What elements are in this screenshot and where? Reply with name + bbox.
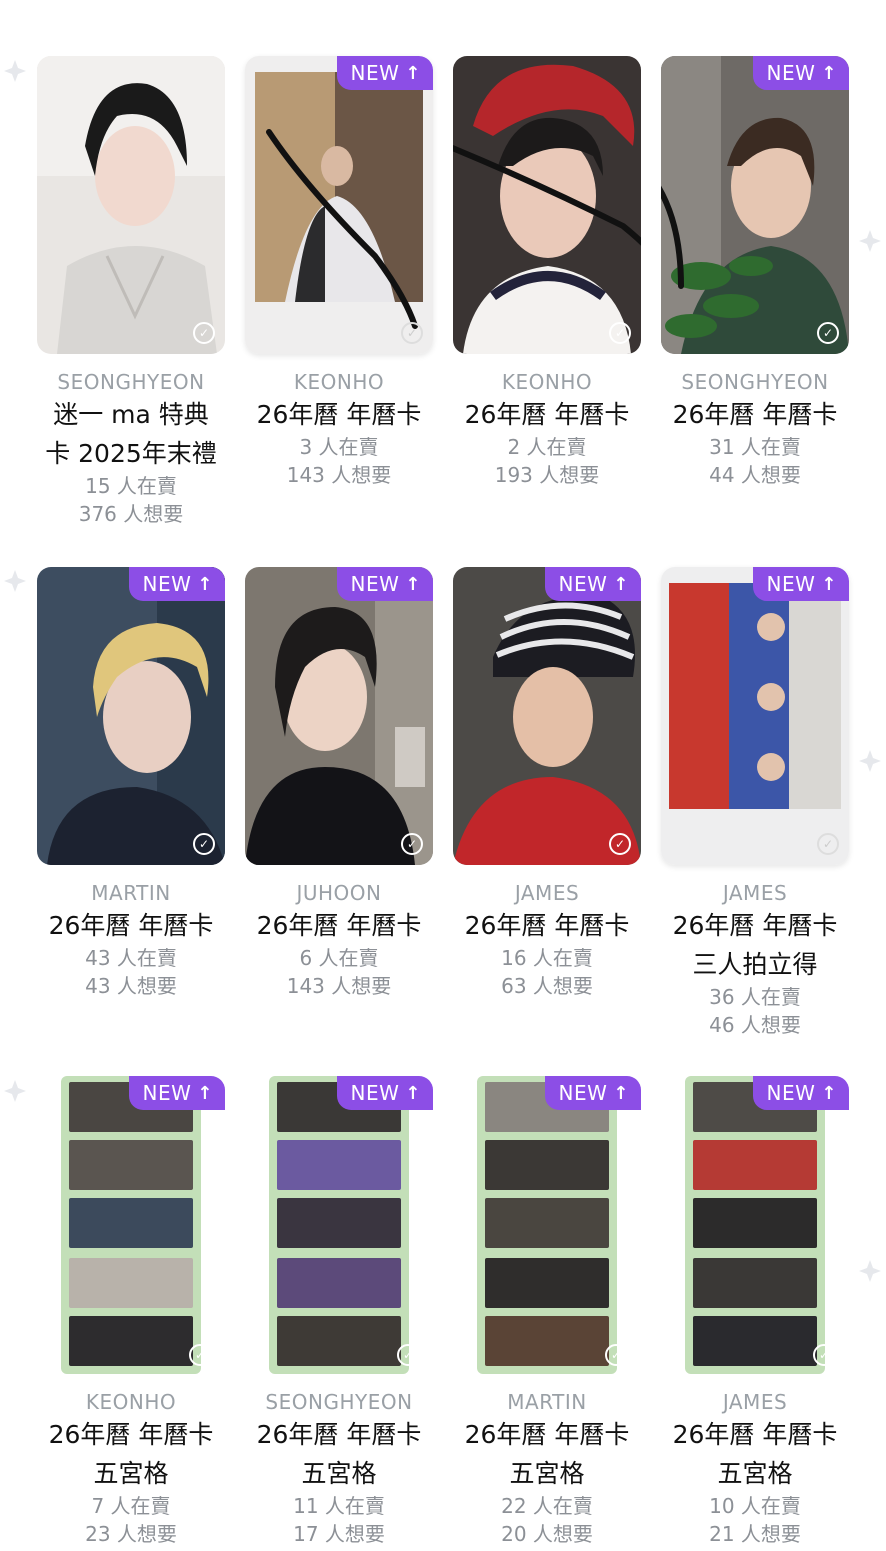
select-check-icon[interactable]: ✓ bbox=[397, 1344, 419, 1366]
artist-name: SEONGHYEON bbox=[57, 370, 205, 394]
card-photo[interactable]: NEW ↑ ✓ bbox=[245, 567, 433, 865]
select-check-icon[interactable]: ✓ bbox=[605, 1344, 627, 1366]
card-title-line: 26年曆 年曆卡 bbox=[48, 1420, 214, 1449]
wanting-count: 63 人想要 bbox=[501, 974, 593, 998]
selling-count: 11 人在賣 bbox=[293, 1494, 385, 1518]
arrow-up-icon: ↑ bbox=[197, 573, 213, 595]
artist-name: JUHOON bbox=[296, 881, 382, 905]
card-title-line: 26年曆 年曆卡 bbox=[48, 911, 214, 940]
arrow-up-icon: ↑ bbox=[613, 1082, 629, 1104]
selling-count: 15 人在賣 bbox=[85, 474, 177, 498]
card-photo[interactable]: NEW ↑ ✓ bbox=[453, 567, 641, 865]
card-title-line: 26年曆 年曆卡 bbox=[464, 1420, 630, 1449]
selling-count: 10 人在賣 bbox=[709, 1494, 801, 1518]
new-badge: NEW ↑ bbox=[752, 56, 849, 90]
new-badge: NEW ↑ bbox=[544, 1076, 641, 1110]
new-badge: NEW ↑ bbox=[752, 567, 849, 601]
selling-count: 31 人在賣 bbox=[709, 435, 801, 459]
card-photo[interactable] bbox=[477, 1076, 617, 1374]
card-title-line: 26年曆 年曆卡 bbox=[256, 911, 422, 940]
card-title-line: 26年曆 年曆卡 bbox=[256, 1420, 422, 1449]
wanting-count: 44 人想要 bbox=[709, 463, 801, 487]
card-photo[interactable]: ✓ bbox=[453, 56, 641, 354]
artist-name: JAMES bbox=[722, 1390, 788, 1414]
selling-count: 3 人在賣 bbox=[299, 435, 379, 459]
selling-count: 22 人在賣 bbox=[501, 1494, 593, 1518]
arrow-up-icon: ↑ bbox=[197, 1082, 213, 1104]
card-photo[interactable]: NEW ↑ ✓ bbox=[245, 56, 433, 354]
select-check-icon[interactable]: ✓ bbox=[401, 833, 423, 855]
new-badge: NEW ↑ bbox=[128, 1076, 225, 1110]
artist-name: KEONHO bbox=[501, 370, 593, 394]
new-badge: NEW ↑ bbox=[544, 567, 641, 601]
select-check-icon[interactable]: ✓ bbox=[609, 322, 631, 344]
card-title-line: 五宮格 bbox=[93, 1459, 169, 1488]
card-title-line: 26年曆 年曆卡 bbox=[464, 911, 630, 940]
arrow-up-icon: ↑ bbox=[821, 62, 837, 84]
arrow-up-icon: ↑ bbox=[405, 573, 421, 595]
new-badge: NEW ↑ bbox=[336, 567, 433, 601]
wanting-count: 46 人想要 bbox=[709, 1013, 801, 1037]
wanting-count: 193 人想要 bbox=[494, 463, 600, 487]
artist-name: JAMES bbox=[514, 881, 580, 905]
select-check-icon[interactable]: ✓ bbox=[817, 833, 839, 855]
artist-name: KEONHO bbox=[85, 1390, 177, 1414]
new-badge: NEW ↑ bbox=[128, 567, 225, 601]
select-check-icon[interactable]: ✓ bbox=[189, 1344, 211, 1366]
new-badge: NEW ↑ bbox=[752, 1076, 849, 1110]
artist-name: MARTIN bbox=[507, 1390, 587, 1414]
card-title-line: 五宮格 bbox=[717, 1459, 793, 1488]
card-title-line: 26年曆 年曆卡 bbox=[256, 400, 422, 429]
arrow-up-icon: ↑ bbox=[405, 62, 421, 84]
selling-count: 43 人在賣 bbox=[85, 946, 177, 970]
new-badge: NEW ↑ bbox=[336, 56, 433, 90]
artist-name: MARTIN bbox=[91, 881, 171, 905]
wanting-count: 21 人想要 bbox=[709, 1522, 801, 1546]
wanting-count: 23 人想要 bbox=[85, 1522, 177, 1546]
card-photo[interactable] bbox=[685, 1076, 825, 1374]
wanting-count: 143 人想要 bbox=[286, 463, 392, 487]
artist-name: SEONGHYEON bbox=[265, 1390, 413, 1414]
select-check-icon[interactable]: ✓ bbox=[609, 833, 631, 855]
card-title-line: 迷一 ma 特典 bbox=[53, 400, 209, 429]
artist-name: KEONHO bbox=[293, 370, 385, 394]
select-check-icon[interactable]: ✓ bbox=[401, 322, 423, 344]
selling-count: 36 人在賣 bbox=[709, 985, 801, 1009]
wanting-count: 17 人想要 bbox=[293, 1522, 385, 1546]
arrow-up-icon: ↑ bbox=[405, 1082, 421, 1104]
new-badge: NEW ↑ bbox=[336, 1076, 433, 1110]
card-title-line: 26年曆 年曆卡 bbox=[464, 400, 630, 429]
selling-count: 16 人在賣 bbox=[501, 946, 593, 970]
arrow-up-icon: ↑ bbox=[613, 573, 629, 595]
wanting-count: 143 人想要 bbox=[286, 974, 392, 998]
selling-count: 2 人在賣 bbox=[507, 435, 587, 459]
wanting-count: 20 人想要 bbox=[501, 1522, 593, 1546]
card-title-line: 26年曆 年曆卡 bbox=[672, 911, 838, 940]
selling-count: 6 人在賣 bbox=[299, 946, 379, 970]
select-check-icon[interactable]: ✓ bbox=[193, 322, 215, 344]
card-photo[interactable]: NEW ↑ ✓ bbox=[661, 56, 849, 354]
artist-name: SEONGHYEON bbox=[681, 370, 829, 394]
select-check-icon[interactable]: ✓ bbox=[817, 322, 839, 344]
card-title-line: 卡 2025年末禮 bbox=[45, 439, 217, 468]
card-photo[interactable] bbox=[61, 1076, 201, 1374]
card-photo[interactable] bbox=[269, 1076, 409, 1374]
select-check-icon[interactable]: ✓ bbox=[193, 833, 215, 855]
card-title-line: 三人拍立得 bbox=[692, 950, 818, 979]
wanting-count: 43 人想要 bbox=[85, 974, 177, 998]
card-photo[interactable]: ✓ bbox=[37, 56, 225, 354]
card-title-line: 26年曆 年曆卡 bbox=[672, 1420, 838, 1449]
card-photo[interactable]: NEW ↑ ✓ bbox=[37, 567, 225, 865]
wanting-count: 376 人想要 bbox=[78, 502, 184, 526]
card-photo[interactable]: NEW ↑ ✓ bbox=[661, 567, 849, 865]
card-title-line: 26年曆 年曆卡 bbox=[672, 400, 838, 429]
artist-name: JAMES bbox=[722, 881, 788, 905]
arrow-up-icon: ↑ bbox=[821, 573, 837, 595]
card-title-line: 五宮格 bbox=[509, 1459, 585, 1488]
select-check-icon[interactable]: ✓ bbox=[813, 1344, 835, 1366]
card-title-line: 五宮格 bbox=[301, 1459, 377, 1488]
arrow-up-icon: ↑ bbox=[821, 1082, 837, 1104]
selling-count: 7 人在賣 bbox=[91, 1494, 171, 1518]
